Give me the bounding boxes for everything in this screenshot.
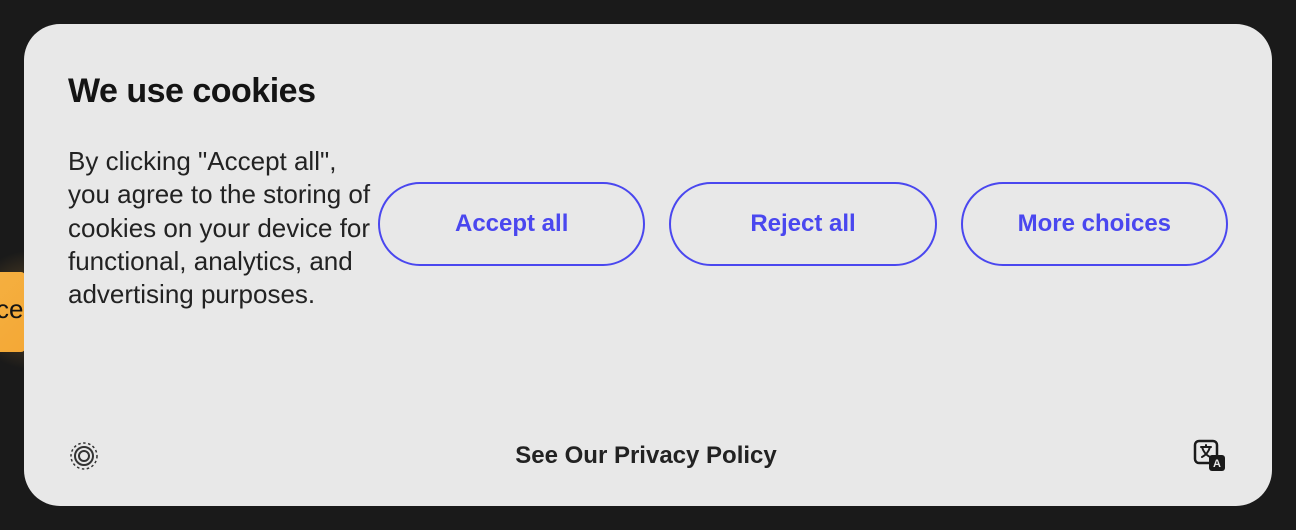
cookie-modal-description: By clicking "Accept all", you agree to t… (68, 145, 378, 311)
accept-all-button[interactable]: Accept all (378, 182, 645, 266)
provider-logo-icon (68, 440, 100, 472)
modal-footer: See Our Privacy Policy A (68, 438, 1228, 474)
cookie-consent-modal: We use cookies By clicking "Accept all",… (24, 24, 1272, 506)
modal-text-section: We use cookies By clicking "Accept all",… (68, 72, 378, 414)
reject-all-button[interactable]: Reject all (669, 182, 936, 266)
privacy-policy-link[interactable]: See Our Privacy Policy (515, 442, 776, 470)
modal-buttons-section: Accept all Reject all More choices (378, 72, 1228, 414)
background-peek-text: ce (0, 294, 23, 325)
cookie-modal-title: We use cookies (68, 72, 378, 111)
modal-body: We use cookies By clicking "Accept all",… (68, 72, 1228, 414)
svg-text:A: A (1213, 458, 1221, 470)
more-choices-button[interactable]: More choices (961, 182, 1228, 266)
language-translate-icon[interactable]: A (1192, 438, 1228, 474)
